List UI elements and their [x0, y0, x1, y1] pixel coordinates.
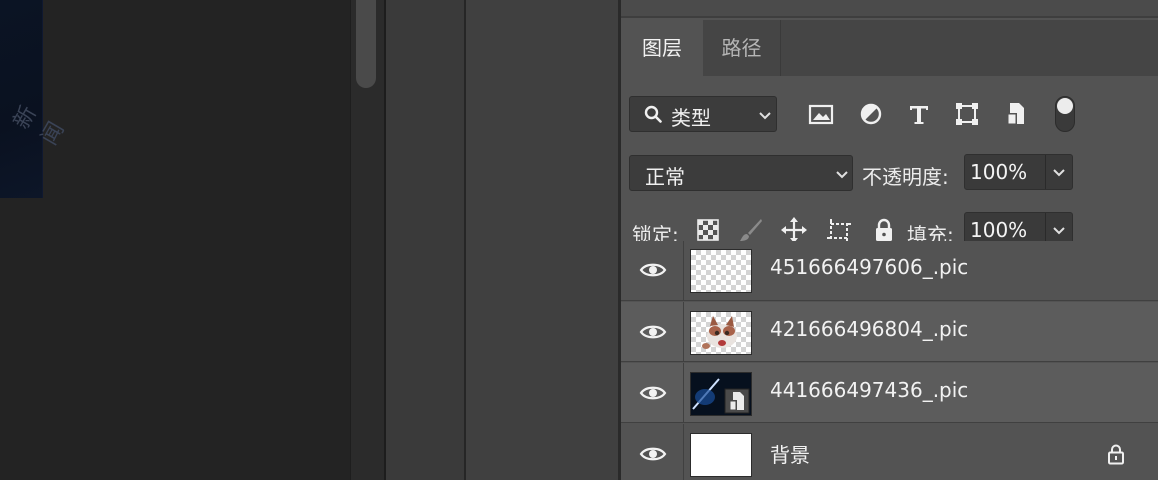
- blend-mode-dropdown[interactable]: 正常: [629, 155, 853, 191]
- cat-thumbnail-image: [702, 316, 737, 349]
- lock-artboard-icon[interactable]: [825, 216, 853, 244]
- smart-object-filter-icon[interactable]: [1002, 100, 1030, 128]
- opacity-label: 不透明度:: [862, 165, 949, 189]
- layer-name[interactable]: 441666497436_.pic: [770, 378, 968, 402]
- layer-name[interactable]: 451666497606_.pic: [770, 255, 968, 279]
- lock-all-icon[interactable]: [870, 216, 898, 244]
- tab-paths[interactable]: 路径: [703, 20, 781, 76]
- blend-mode-value: 正常: [645, 165, 685, 189]
- fill-value: 100%: [970, 218, 1028, 242]
- layer-thumbnail: [690, 249, 752, 293]
- search-icon: [644, 105, 662, 123]
- filter-kind-dropdown[interactable]: 类型: [629, 96, 777, 132]
- layer-row[interactable]: 451666497606_.pic: [621, 241, 1158, 301]
- panel-tabs: 图层 路径: [621, 20, 1158, 76]
- visibility-column: [683, 424, 684, 480]
- lock-image-pixels-icon[interactable]: [737, 216, 765, 244]
- eye-icon[interactable]: [639, 261, 667, 279]
- filter-toggle-switch[interactable]: [1055, 96, 1075, 132]
- canvas-image-text: 新闻: [9, 100, 71, 150]
- chevron-down-icon: [759, 112, 771, 120]
- shape-filter-icon[interactable]: [953, 100, 981, 128]
- visibility-column: [683, 302, 684, 361]
- visibility-column: [683, 363, 684, 422]
- tab-layers[interactable]: 图层: [621, 20, 703, 76]
- lock-transparent-pixels-icon[interactable]: [694, 216, 722, 244]
- adjustment-filter-icon[interactable]: [857, 100, 885, 128]
- dark-thumbnail-image: [691, 373, 751, 415]
- lock-position-icon[interactable]: [780, 216, 808, 244]
- layer-thumbnail: [690, 433, 752, 477]
- collapsed-panel-dock: [466, 0, 618, 480]
- scrollbar-thumb[interactable]: [356, 0, 376, 88]
- chevron-down-icon: [1053, 169, 1065, 177]
- eye-icon[interactable]: [639, 323, 667, 341]
- panel-header-bar: [621, 0, 1158, 18]
- layer-row[interactable]: 441666497436_.pic: [621, 363, 1158, 423]
- layer-list: 451666497606_.pic 421666496804_.pic 4416…: [621, 241, 1158, 480]
- document-canvas[interactable]: 新闻: [0, 0, 350, 480]
- opacity-value: 100%: [970, 160, 1028, 184]
- type-filter-icon[interactable]: [905, 100, 933, 128]
- eye-icon[interactable]: [639, 384, 667, 402]
- eye-icon[interactable]: [639, 445, 667, 463]
- chevron-down-icon: [1053, 227, 1065, 235]
- layer-thumbnail: [690, 372, 752, 416]
- layer-row[interactable]: 421666496804_.pic: [621, 302, 1158, 362]
- canvas-image: 新闻: [0, 0, 71, 198]
- opacity-field[interactable]: 100%: [964, 154, 1073, 190]
- layers-panel: 图层 路径 类型 正常 不透明度: 100% 锁定: 填充: 100% 4516…: [621, 0, 1158, 480]
- filter-kind-label: 类型: [671, 106, 711, 130]
- collapsed-panel-dock: [386, 0, 464, 480]
- chevron-down-icon: [836, 171, 848, 179]
- toggle-knob: [1057, 98, 1073, 114]
- layer-lock-icon[interactable]: [1104, 442, 1128, 466]
- layer-thumbnail: [690, 311, 752, 355]
- layer-name[interactable]: 背景: [770, 439, 810, 468]
- opacity-dropdown-button[interactable]: [1045, 155, 1072, 189]
- layer-row[interactable]: 背景: [621, 424, 1158, 480]
- visibility-column: [683, 241, 684, 300]
- image-filter-icon[interactable]: [807, 100, 835, 128]
- layer-name[interactable]: 421666496804_.pic: [770, 317, 968, 341]
